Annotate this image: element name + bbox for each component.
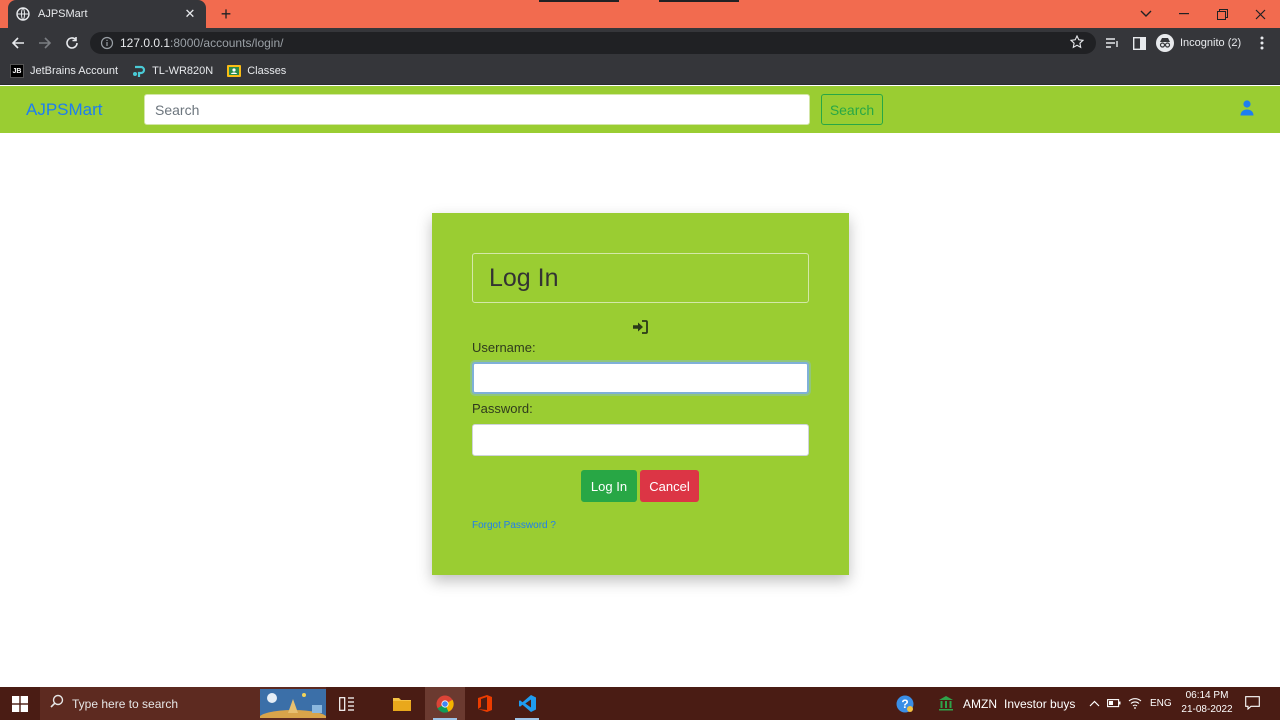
username-label: Username: bbox=[472, 340, 536, 355]
bookmark-jetbrains[interactable]: JB JetBrains Account bbox=[10, 64, 118, 78]
side-panel-icon[interactable] bbox=[1130, 34, 1148, 52]
tplink-icon bbox=[132, 64, 146, 78]
classroom-icon bbox=[227, 64, 242, 78]
bookmark-star-icon[interactable] bbox=[1070, 35, 1086, 51]
site-search-button[interactable]: Search bbox=[821, 94, 883, 125]
drag-region-marker bbox=[539, 0, 619, 2]
clock-date: 21-08-2022 bbox=[1181, 704, 1233, 715]
notification-icon[interactable] bbox=[1244, 695, 1260, 711]
site-navbar: AJPSMart Search bbox=[0, 86, 1280, 133]
username-field[interactable] bbox=[472, 362, 809, 394]
taskbar-search-box[interactable]: Type here to search bbox=[40, 687, 327, 720]
system-clock[interactable]: 06:14 PM 21-08-2022 bbox=[1172, 689, 1242, 717]
chevron-up-icon[interactable] bbox=[1086, 695, 1102, 711]
close-tab-icon[interactable]: ✕ bbox=[182, 6, 198, 22]
cancel-button[interactable]: Cancel bbox=[640, 470, 699, 502]
news-ticker[interactable]: AMZN bbox=[963, 697, 997, 711]
site-search-input[interactable] bbox=[144, 94, 810, 125]
tab-search-chevron-icon[interactable] bbox=[1128, 0, 1164, 28]
vscode-icon[interactable] bbox=[507, 687, 547, 720]
password-field[interactable] bbox=[472, 424, 809, 456]
search-icon bbox=[50, 694, 64, 713]
url-path: :8000/accounts/login/ bbox=[170, 36, 284, 50]
browser-tab-active[interactable]: AJPSMart ✕ bbox=[8, 0, 206, 28]
address-bar[interactable]: 127.0.0.1:8000/accounts/login/ bbox=[90, 32, 1096, 54]
taskbar-search-placeholder: Type here to search bbox=[72, 696, 179, 711]
incognito-profile-button[interactable]: Incognito (2) bbox=[1156, 33, 1241, 53]
incognito-icon bbox=[1156, 34, 1174, 52]
bookmarks-bar: JB JetBrains Account TL-WR820N Classes bbox=[0, 58, 1280, 85]
bookmark-classes[interactable]: Classes bbox=[227, 64, 286, 78]
news-headline[interactable]: Investor buys bbox=[1004, 697, 1075, 711]
login-title-box: Log In bbox=[472, 253, 809, 303]
browser-toolbar: 127.0.0.1:8000/accounts/login/ Incognito… bbox=[0, 28, 1280, 58]
chrome-taskbar-icon[interactable] bbox=[425, 687, 465, 720]
site-info-icon[interactable] bbox=[100, 36, 114, 50]
forward-arrow-icon[interactable] bbox=[35, 33, 55, 53]
forgot-password-link[interactable]: Forgot Password ? bbox=[472, 520, 556, 531]
url-host: 127.0.0.1 bbox=[120, 36, 171, 50]
bookmark-label: JetBrains Account bbox=[30, 65, 119, 77]
restore-button[interactable] bbox=[1204, 0, 1240, 28]
clock-time: 06:14 PM bbox=[1185, 690, 1229, 701]
windows-start-icon[interactable] bbox=[0, 687, 40, 720]
profile-label: Incognito (2) bbox=[1180, 37, 1242, 49]
back-arrow-icon[interactable] bbox=[8, 33, 28, 53]
user-icon[interactable] bbox=[1240, 100, 1256, 116]
language-indicator[interactable]: ENG bbox=[1150, 698, 1172, 709]
jetbrains-icon: JB bbox=[10, 64, 24, 78]
new-tab-button[interactable]: + bbox=[216, 4, 236, 24]
wifi-icon[interactable] bbox=[1127, 695, 1143, 711]
windows-taskbar: Type here to search ? AMZN Investor buys… bbox=[0, 687, 1280, 720]
close-window-button[interactable] bbox=[1242, 0, 1278, 28]
file-explorer-icon[interactable] bbox=[382, 687, 422, 720]
login-button[interactable]: Log In bbox=[581, 470, 637, 502]
bookmark-label: TL-WR820N bbox=[152, 65, 214, 77]
reload-icon[interactable] bbox=[62, 33, 82, 53]
password-label: Password: bbox=[472, 401, 533, 416]
office-icon[interactable] bbox=[465, 687, 505, 720]
login-card: Log In Username: Password: Log In Cancel… bbox=[432, 213, 849, 575]
drag-region-marker bbox=[659, 0, 739, 2]
login-title: Log In bbox=[489, 263, 559, 292]
globe-icon bbox=[16, 7, 30, 21]
site-brand-link[interactable]: AJPSMart bbox=[26, 100, 103, 120]
tab-title: AJPSMart bbox=[38, 8, 88, 20]
more-menu-icon[interactable] bbox=[1253, 34, 1271, 52]
bookmark-tplink[interactable]: TL-WR820N bbox=[132, 64, 213, 78]
task-view-icon[interactable] bbox=[327, 687, 367, 720]
bank-icon[interactable] bbox=[938, 695, 954, 711]
browser-tab-strip: AJPSMart ✕ + bbox=[0, 0, 1280, 28]
search-highlight-illustration bbox=[259, 689, 327, 720]
sign-in-icon bbox=[632, 320, 648, 334]
battery-icon[interactable] bbox=[1106, 695, 1122, 711]
reading-list-icon[interactable] bbox=[1103, 34, 1121, 52]
help-icon[interactable]: ? bbox=[896, 695, 914, 713]
bookmark-label: Classes bbox=[247, 65, 287, 77]
minimize-button[interactable] bbox=[1166, 0, 1202, 28]
